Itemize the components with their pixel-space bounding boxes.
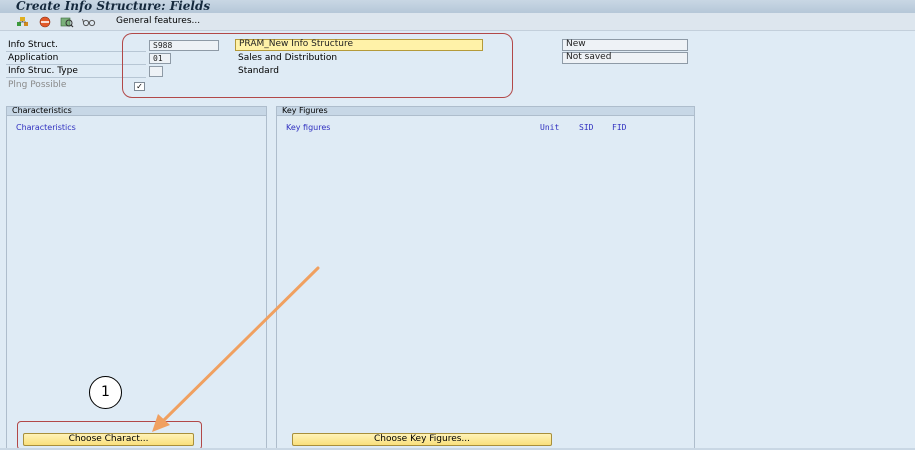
application-label: Application bbox=[8, 53, 59, 63]
info-struct-label: Info Struct. bbox=[8, 40, 58, 50]
choose-key-figures-button[interactable]: Choose Key Figures... bbox=[292, 433, 552, 446]
key-figures-panel: Key Figures Key figures Unit SID FID bbox=[276, 106, 695, 450]
button-highlight-box bbox=[17, 421, 202, 450]
unit-column-header[interactable]: Unit bbox=[540, 123, 559, 132]
glasses-icon[interactable] bbox=[82, 16, 96, 28]
window-title: Create Info Structure: Fields bbox=[16, 0, 211, 13]
planning-possible-label: Plng Possible bbox=[8, 80, 67, 90]
check-object-icon[interactable] bbox=[38, 16, 52, 28]
key-figures-column-header[interactable]: Key figures bbox=[286, 123, 330, 132]
title-bar: Create Info Structure: Fields bbox=[0, 0, 915, 13]
info-struct-status-field: New bbox=[562, 39, 688, 51]
step-callout: 1 bbox=[89, 376, 122, 409]
fid-column-header[interactable]: FID bbox=[612, 123, 626, 132]
characteristics-column-header[interactable]: Characteristics bbox=[16, 123, 76, 132]
characteristics-panel: Characteristics Characteristics bbox=[6, 106, 267, 450]
display-object-icon[interactable] bbox=[60, 16, 74, 28]
hierarchy-icon[interactable] bbox=[16, 16, 30, 28]
characteristics-panel-title: Characteristics bbox=[7, 107, 266, 116]
header-highlight-box bbox=[122, 33, 513, 98]
general-features-button[interactable]: General features... bbox=[116, 16, 200, 26]
application-status-field: Not saved bbox=[562, 52, 688, 64]
sid-column-header[interactable]: SID bbox=[579, 123, 593, 132]
key-figures-panel-title: Key Figures bbox=[277, 107, 694, 116]
application-toolbar: General features... bbox=[0, 13, 915, 31]
info-struc-type-label: Info Struc. Type bbox=[8, 66, 78, 76]
